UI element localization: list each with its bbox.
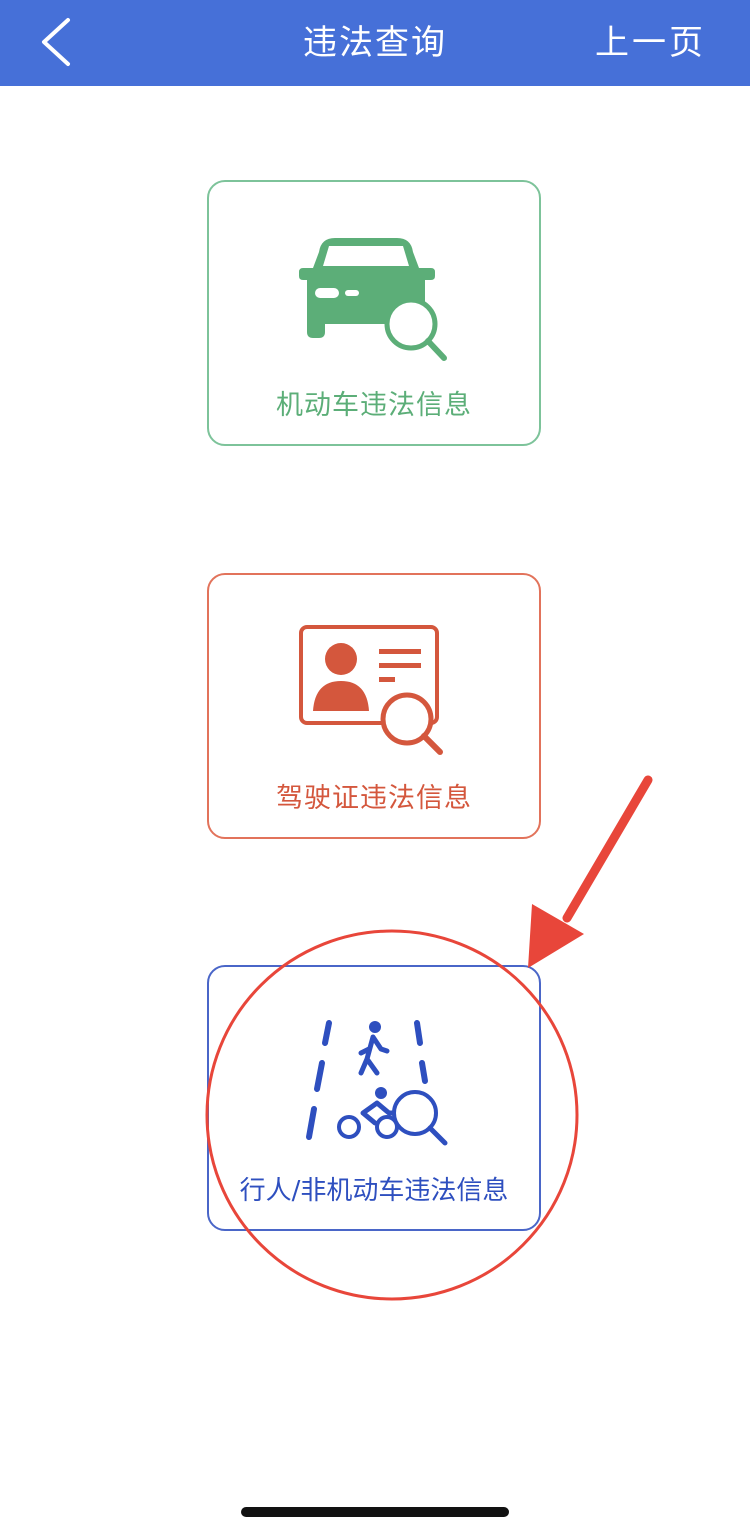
pedestrian-violation-card[interactable]: 行人/非机动车违法信息 bbox=[207, 965, 541, 1231]
pedestrian-cyclist-search-icon bbox=[306, 1020, 448, 1146]
red-arrow-icon bbox=[528, 775, 653, 968]
license-violation-card[interactable]: 驾驶证违法信息 bbox=[207, 573, 541, 839]
home-indicator bbox=[241, 1507, 509, 1517]
previous-page-button[interactable]: 上一页 bbox=[595, 0, 706, 86]
license-violation-label: 驾驶证违法信息 bbox=[276, 783, 472, 814]
navigation-bar: 违法查询 上一页 bbox=[0, 0, 750, 86]
id-card-search-icon bbox=[299, 625, 443, 755]
pedestrian-violation-label: 行人/非机动车违法信息 bbox=[239, 1176, 509, 1206]
car-search-icon bbox=[299, 238, 447, 361]
vehicle-violation-card[interactable]: 机动车违法信息 bbox=[207, 180, 541, 446]
vehicle-violation-label: 机动车违法信息 bbox=[276, 390, 472, 421]
